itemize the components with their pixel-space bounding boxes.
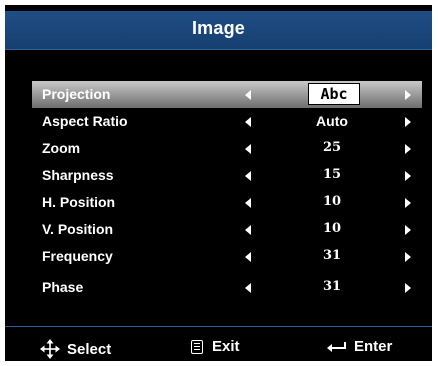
menu-row-sharpness[interactable]: Sharpness 15 <box>32 162 422 189</box>
right-arrow-icon[interactable] <box>405 252 411 262</box>
row-label: H. Position <box>42 194 116 210</box>
right-arrow-icon[interactable] <box>405 198 411 208</box>
row-value: 25 <box>322 140 342 155</box>
row-label: Aspect Ratio <box>42 113 128 129</box>
menu-title: Image <box>191 18 246 38</box>
select-label: Select <box>67 340 112 358</box>
row-value: Auto <box>316 113 348 129</box>
menu-row-projection[interactable]: Projection Abc <box>32 81 422 108</box>
row-label: V. Position <box>42 221 114 237</box>
right-arrow-icon[interactable] <box>405 144 411 154</box>
left-arrow-icon[interactable] <box>245 252 251 262</box>
right-arrow-icon[interactable] <box>405 90 411 100</box>
row-value: 31 <box>322 248 342 263</box>
row-label: Zoom <box>42 140 81 156</box>
enter-hint: Enter <box>326 338 392 355</box>
menu-row-aspect-ratio[interactable]: Aspect Ratio Auto <box>32 108 422 135</box>
menu-row-v-position[interactable]: V. Position 10 <box>32 216 422 243</box>
row-label: Phase <box>42 279 84 295</box>
enter-label: Enter <box>354 338 393 355</box>
row-label: Sharpness <box>42 167 114 183</box>
row-value: 15 <box>322 167 342 182</box>
title-bar: Image <box>5 11 432 50</box>
right-arrow-icon[interactable] <box>405 171 411 181</box>
right-arrow-icon[interactable] <box>405 283 411 293</box>
row-label: Projection <box>42 86 111 102</box>
osd-menu-window: Image Projection Abc Aspect Ratio Auto Z… <box>5 5 432 361</box>
row-value: 31 <box>322 279 342 294</box>
left-arrow-icon[interactable] <box>245 283 251 293</box>
row-value: 10 <box>322 221 342 236</box>
menu-icon <box>191 339 203 354</box>
left-arrow-icon[interactable] <box>245 171 251 181</box>
left-arrow-icon[interactable] <box>245 198 251 208</box>
row-value: Abc <box>308 83 360 105</box>
menu-row-frequency[interactable]: Frequency 31 <box>32 243 422 270</box>
row-value: 10 <box>322 194 342 209</box>
four-way-arrow-icon <box>40 339 60 359</box>
enter-return-icon <box>327 341 346 352</box>
settings-list: Projection Abc Aspect Ratio Auto Zoom 25… <box>32 81 422 301</box>
menu-row-h-position[interactable]: H. Position 10 <box>32 189 422 216</box>
row-label: Frequency <box>42 248 113 264</box>
left-arrow-icon[interactable] <box>245 117 251 127</box>
left-arrow-icon[interactable] <box>245 144 251 154</box>
left-arrow-icon[interactable] <box>245 90 251 100</box>
exit-label: Exit <box>212 338 240 355</box>
right-arrow-icon[interactable] <box>405 117 411 127</box>
left-arrow-icon[interactable] <box>245 225 251 235</box>
exit-hint: Exit <box>191 338 240 355</box>
menu-row-phase[interactable]: Phase 31 <box>32 274 422 301</box>
menu-row-zoom[interactable]: Zoom 25 <box>32 135 422 162</box>
right-arrow-icon[interactable] <box>405 225 411 235</box>
select-hint: Select <box>39 338 111 360</box>
footer-hints: Select Exit Enter <box>5 327 432 361</box>
